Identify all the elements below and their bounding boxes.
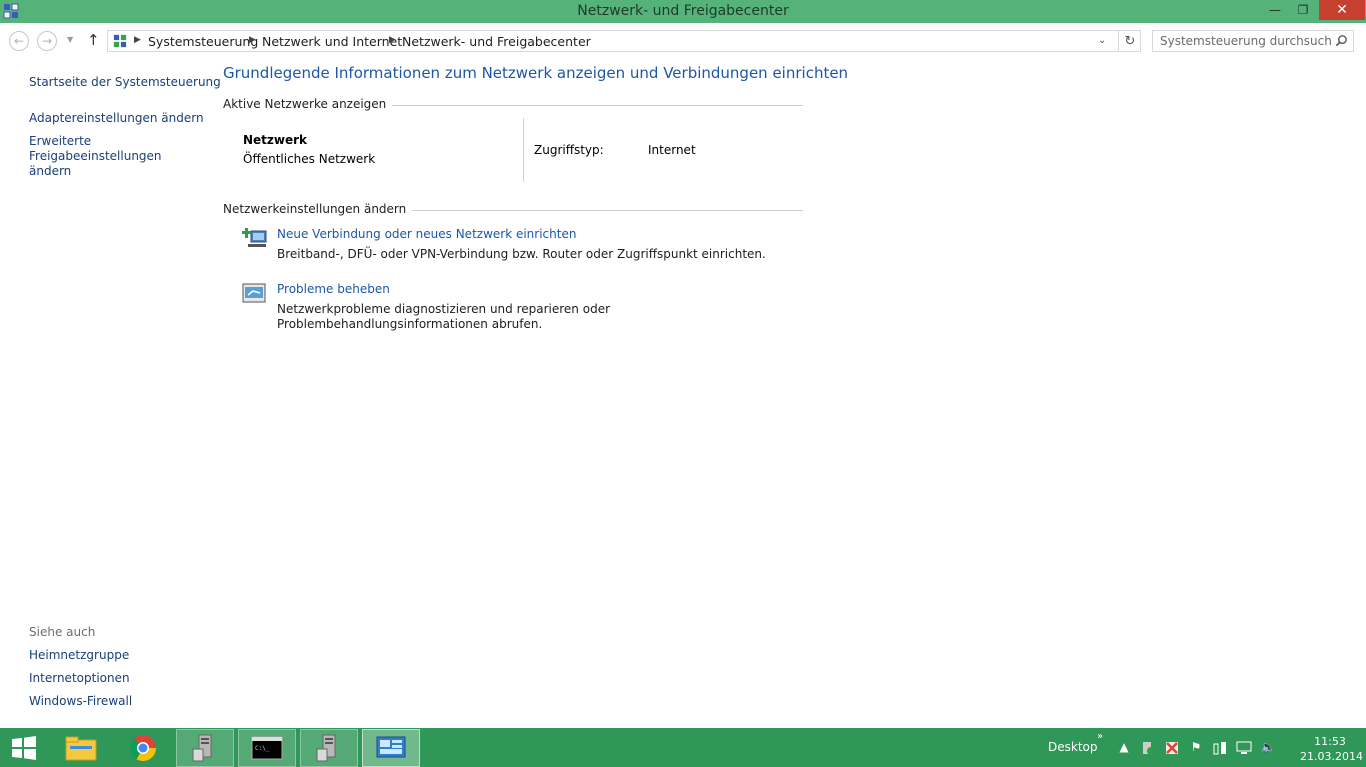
active-networks-heading: Aktive Netzwerke anzeigen (223, 97, 393, 111)
arrow-right-icon: → (41, 34, 53, 48)
arrow-up-icon: ↑ (87, 31, 100, 49)
link-adaptereinstellungen[interactable]: Adaptereinstellungen ändern (29, 111, 204, 126)
address-bar[interactable]: ▶ Systemsteuerung ▶ Netzwerk und Interne… (107, 30, 1141, 52)
page-title: Grundlegende Informationen zum Netzwerk … (223, 64, 849, 82)
flag-icon[interactable]: ⚑ (1188, 740, 1204, 756)
troubleshoot-link[interactable]: Probleme beheben (277, 282, 390, 296)
chevron-right-icon[interactable]: ▶ (249, 35, 256, 45)
svg-text:C:\_: C:\_ (255, 745, 270, 752)
clock-date: 21.03.2014 (1300, 750, 1363, 763)
refresh-button[interactable]: ↻ (1118, 31, 1141, 51)
terminal-icon: C:\_ (251, 736, 283, 760)
taskbar: C:\_ Desktop » ▲ ⚑ 🔈 11:53 21.03.2014 (0, 728, 1366, 767)
network-type-link[interactable]: Öffentliches Netzwerk (243, 152, 375, 166)
chevron-right-icon[interactable]: ▶ (134, 35, 141, 45)
close-button[interactable]: ✕ (1319, 0, 1365, 20)
taskbar-network-app-2[interactable] (300, 729, 358, 767)
volume-icon[interactable]: 🔈 (1260, 740, 1276, 756)
access-type-value: Internet (648, 143, 696, 157)
chrome-icon (129, 735, 157, 762)
see-also-heading: Siehe auch (29, 625, 96, 639)
restore-icon: ❐ (1297, 3, 1309, 17)
start-button[interactable] (10, 736, 38, 760)
up-button[interactable]: ↑ (87, 31, 100, 49)
control-panel-icon (113, 34, 127, 48)
arrow-left-icon: ← (13, 34, 25, 48)
chevron-right-icon[interactable]: ▶ (389, 35, 396, 45)
close-icon: ✕ (1336, 2, 1348, 18)
new-connection-description: Breitband-, DFÜ- oder VPN-Verbindung bzw… (277, 247, 766, 261)
security-shield-icon[interactable] (1140, 740, 1156, 756)
access-type-label: Zugriffstyp: (534, 143, 604, 157)
action-center-flag-error-icon[interactable] (1164, 740, 1180, 756)
show-hidden-icons-button[interactable]: ▲ (1116, 740, 1132, 756)
back-button[interactable]: ← (9, 31, 29, 51)
link-internetoptionen[interactable]: Internetoptionen (29, 671, 130, 686)
clock-time: 11:53 (1314, 735, 1346, 748)
network-divider (523, 118, 524, 182)
taskbar-control-panel[interactable] (362, 729, 420, 767)
forward-button[interactable]: → (37, 31, 57, 51)
folder-icon (65, 736, 97, 761)
minimize-button[interactable]: — (1262, 0, 1288, 20)
breadcrumb-systemsteuerung[interactable]: Systemsteuerung (148, 34, 258, 49)
window-title: Netzwerk- und Freigabecenter (577, 3, 789, 19)
address-dropdown-icon[interactable]: ⌄ (1098, 35, 1106, 46)
minimize-icon: — (1269, 3, 1281, 17)
desktop-toolbar-label[interactable]: Desktop (1048, 740, 1098, 754)
link-erweiterte-freigabeeinstellungen[interactable]: Erweiterte Freigabeeinstellungen ändern (29, 134, 199, 179)
taskbar-explorer[interactable] (52, 729, 110, 767)
link-heimnetzgruppe[interactable]: Heimnetzgruppe (29, 648, 129, 663)
breadcrumb-netzwerk-und-freigabecenter[interactable]: Netzwerk- und Freigabecenter (402, 34, 591, 49)
link-startseite-systemsteuerung[interactable]: Startseite der Systemsteuerung (29, 75, 221, 90)
restore-button[interactable]: ❐ (1290, 0, 1316, 20)
title-bar: Netzwerk- und Freigabecenter — ❐ ✕ (0, 0, 1366, 23)
power-icon[interactable] (1212, 740, 1228, 756)
taskbar-command-prompt[interactable]: C:\_ (238, 729, 296, 767)
troubleshoot-description: Netzwerkprobleme diagnostizieren und rep… (277, 302, 611, 331)
troubleshoot-icon[interactable] (242, 282, 268, 306)
server-icon (316, 734, 336, 762)
server-icon (192, 734, 212, 762)
refresh-icon: ↻ (1124, 33, 1136, 49)
search-box[interactable] (1152, 30, 1354, 52)
taskbar-clock[interactable]: 11:53 21.03.2014 (1300, 734, 1363, 764)
network-name: Netzwerk (243, 133, 308, 147)
toolbar-chevron[interactable]: » (1097, 731, 1103, 742)
taskbar-chrome[interactable] (114, 729, 172, 767)
new-connection-link[interactable]: Neue Verbindung oder neues Netzwerk einr… (277, 227, 576, 241)
network-settings-heading: Netzwerkeinstellungen ändern (223, 202, 413, 216)
taskbar-network-app-1[interactable] (176, 729, 234, 767)
navigation-bar: ← → ▼ ↑ ▶ Systemsteuerung ▶ Netzwerk und… (0, 23, 1366, 59)
recent-locations-dropdown[interactable]: ▼ (67, 35, 73, 44)
breadcrumb-netzwerk-und-internet[interactable]: Netzwerk und Internet (262, 34, 402, 49)
link-windows-firewall[interactable]: Windows-Firewall (29, 694, 132, 709)
new-connection-icon[interactable] (242, 226, 268, 250)
network-icon[interactable] (1236, 740, 1252, 756)
control-panel-icon (376, 736, 406, 758)
search-input[interactable] (1153, 31, 1331, 51)
search-icon[interactable] (1335, 34, 1348, 47)
